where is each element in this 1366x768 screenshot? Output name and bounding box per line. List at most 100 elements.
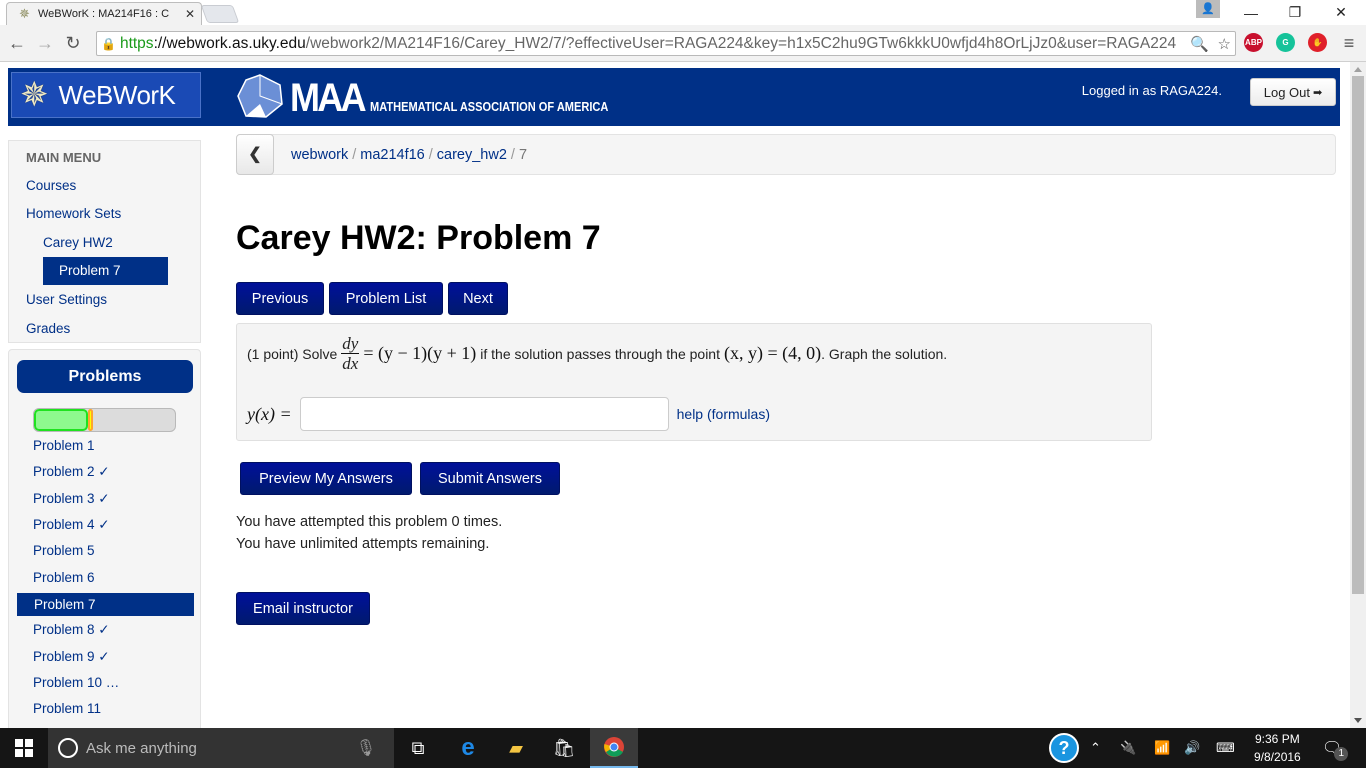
task-view-icon[interactable]: ⧉ — [394, 728, 442, 768]
problem-list-item[interactable]: Problem 9 ✓ — [33, 649, 110, 665]
close-tab-icon[interactable]: ✕ — [185, 7, 195, 21]
back-button[interactable]: ❮ — [236, 134, 274, 175]
zoom-icon[interactable]: 🔍 — [1190, 35, 1209, 53]
maa-logo[interactable]: MAA MATHEMATICAL ASSOCIATION OF AMERICA — [236, 72, 651, 118]
grammarly-icon[interactable]: G — [1276, 33, 1295, 52]
close-window-icon[interactable]: ✕ — [1326, 0, 1356, 25]
start-button[interactable] — [0, 728, 48, 768]
file-explorer-icon[interactable]: ▰ — [492, 728, 540, 768]
main-menu: MAIN MENU Courses Homework Sets Carey HW… — [8, 140, 201, 343]
preview-answers-button[interactable]: Preview My Answers — [240, 462, 412, 495]
edge-icon[interactable]: e — [444, 728, 492, 768]
minimize-icon[interactable]: — — [1236, 0, 1266, 25]
previous-button[interactable]: Previous — [236, 282, 324, 315]
help-formulas-link[interactable]: help (formulas) — [677, 406, 770, 422]
tab-title: WeBWorK : MA214F16 : C — [38, 8, 170, 20]
problem-list-item[interactable]: Problem 2 ✓ — [33, 464, 110, 480]
problem-list-item[interactable]: Problem 4 ✓ — [33, 517, 110, 533]
problem-statement: (1 point) Solve dy dx = (y − 1)(y + 1) i… — [247, 334, 947, 373]
sidebar-item-homework-sets[interactable]: Homework Sets — [26, 206, 121, 221]
breadcrumb-webwork[interactable]: webwork — [291, 147, 348, 163]
browser-toolbar: ← → ↻ 🔒 https://webwork.as.uky.edu/webwo… — [0, 25, 1366, 62]
header-banner: ✵ WeBWorK MAA MATHEMATICAL ASSOCIATION O… — [8, 68, 1340, 126]
maa-polyhedron-icon — [237, 74, 283, 118]
chrome-taskbar-icon[interactable] — [590, 728, 638, 768]
new-tab-button[interactable] — [200, 5, 240, 23]
problem-list-item[interactable]: Problem 10 … — [33, 675, 119, 690]
restore-icon[interactable]: ❐ — [1280, 0, 1310, 25]
battery-icon[interactable]: 🔌 — [1120, 728, 1136, 768]
cortana-search-box[interactable]: Ask me anything 🎙 — [48, 728, 394, 768]
problem-list-item[interactable]: Problem 6 — [33, 570, 95, 585]
ublock-icon[interactable]: ✋ — [1308, 33, 1327, 52]
wifi-icon[interactable]: 📶 — [1154, 728, 1170, 768]
breadcrumb-set[interactable]: carey_hw2 — [437, 147, 507, 163]
set-progress-bar — [33, 408, 176, 432]
sign-out-icon: ➡ — [1313, 86, 1323, 99]
tab-strip: ✵ WeBWorK : MA214F16 : C ✕ 👤 — ❐ ✕ — [0, 0, 1366, 25]
problem-list-item[interactable]: Problem 7 — [17, 593, 194, 616]
microphone-icon[interactable]: 🎙 — [356, 738, 376, 758]
sidebar-item-user-settings[interactable]: User Settings — [26, 292, 107, 307]
profile-icon[interactable]: 👤 — [1196, 0, 1220, 18]
scrollbar-thumb[interactable] — [1352, 76, 1364, 594]
problem-list-item[interactable]: Problem 1 — [33, 438, 95, 453]
answer-label: y(x) = — [247, 403, 292, 424]
breadcrumb-course[interactable]: ma214f16 — [360, 147, 425, 163]
submit-answers-button[interactable]: Submit Answers — [420, 462, 560, 495]
problem-list-item[interactable]: Problem 8 ✓ — [33, 622, 110, 638]
derivative-fraction: dy dx — [341, 334, 360, 373]
action-center-icon[interactable]: 🗨 1 — [1322, 728, 1356, 768]
back-icon[interactable]: ← — [6, 32, 28, 54]
breadcrumb-path: webwork / ma214f16/carey_hw2/7 — [291, 147, 527, 163]
webwork-logo[interactable]: ✵ WeBWorK — [11, 72, 201, 118]
main-menu-title: MAIN MENU — [26, 150, 102, 165]
forward-icon[interactable]: → — [34, 32, 56, 54]
sidebar-item-courses[interactable]: Courses — [26, 178, 76, 193]
store-icon[interactable]: 🛍 — [540, 728, 588, 768]
help-icon[interactable]: ? — [1049, 728, 1079, 768]
sidebar-item-problem-7[interactable]: Problem 7 — [43, 257, 168, 285]
url-scheme: https — [119, 34, 154, 52]
webwork-favicon-icon: ✵ — [19, 6, 30, 21]
remaining-message: You have unlimited attempts remaining. — [236, 536, 490, 552]
sidebar-item-grades[interactable]: Grades — [26, 321, 70, 336]
next-button[interactable]: Next — [448, 282, 508, 315]
chevron-left-icon: ❮ — [248, 146, 262, 163]
address-bar[interactable]: 🔒 https://webwork.as.uky.edu/webwork2/MA… — [96, 31, 1236, 56]
url-path: /webwork2/MA214F16/Carey_HW2/7/?effectiv… — [305, 34, 1177, 52]
scroll-down-icon[interactable] — [1354, 718, 1362, 723]
answer-input[interactable] — [299, 397, 669, 431]
keyboard-icon[interactable]: ⌨ — [1216, 728, 1235, 768]
lock-icon: 🔒 — [101, 36, 116, 51]
page-title: Carey HW2: Problem 7 — [236, 219, 601, 257]
logout-button[interactable]: Log Out ➡ — [1250, 78, 1336, 106]
menu-icon[interactable]: ≡ — [1338, 32, 1360, 54]
page-scrollbar[interactable] — [1350, 62, 1366, 728]
problem-list-item[interactable]: Problem 3 ✓ — [33, 491, 110, 507]
notification-badge: 1 — [1334, 747, 1349, 761]
login-status: Logged in as RAGA224. — [1081, 83, 1222, 98]
problem-middle-text: if the solution passes through the point — [480, 345, 720, 362]
maa-acronym: MAA — [290, 76, 367, 120]
maa-full-name: MATHEMATICAL ASSOCIATION OF AMERICA — [370, 99, 609, 114]
problem-list-item[interactable]: Problem 5 — [33, 543, 95, 558]
clock[interactable]: 9:36 PM 9/8/2016 — [1254, 728, 1301, 768]
browser-tab[interactable]: ✵ WeBWorK : MA214F16 : C ✕ — [6, 2, 202, 25]
reload-icon[interactable]: ↻ — [62, 32, 84, 54]
problem-list-item[interactable]: Problem 11 — [33, 701, 101, 716]
breadcrumb: ❮ webwork / ma214f16/carey_hw2/7 — [236, 134, 1336, 175]
show-hidden-icons-icon[interactable]: ⌃ — [1090, 728, 1101, 768]
adblock-plus-icon[interactable]: ABP — [1244, 33, 1263, 52]
progress-incorrect — [87, 409, 94, 431]
problem-list-button[interactable]: Problem List — [329, 282, 443, 315]
breadcrumb-separator: / — [428, 147, 433, 163]
sidebar-item-carey-hw2[interactable]: Carey HW2 — [43, 235, 113, 250]
url-host: ://webwork.as.uky.edu — [153, 34, 306, 52]
problem-points: (1 point) Solve — [247, 345, 338, 362]
email-instructor-button[interactable]: Email instructor — [236, 592, 370, 625]
volume-icon[interactable]: 🔊 — [1184, 728, 1200, 768]
bookmark-star-icon[interactable]: ☆ — [1217, 35, 1231, 53]
breadcrumb-separator: / — [510, 147, 515, 163]
scroll-up-icon[interactable] — [1354, 67, 1362, 72]
